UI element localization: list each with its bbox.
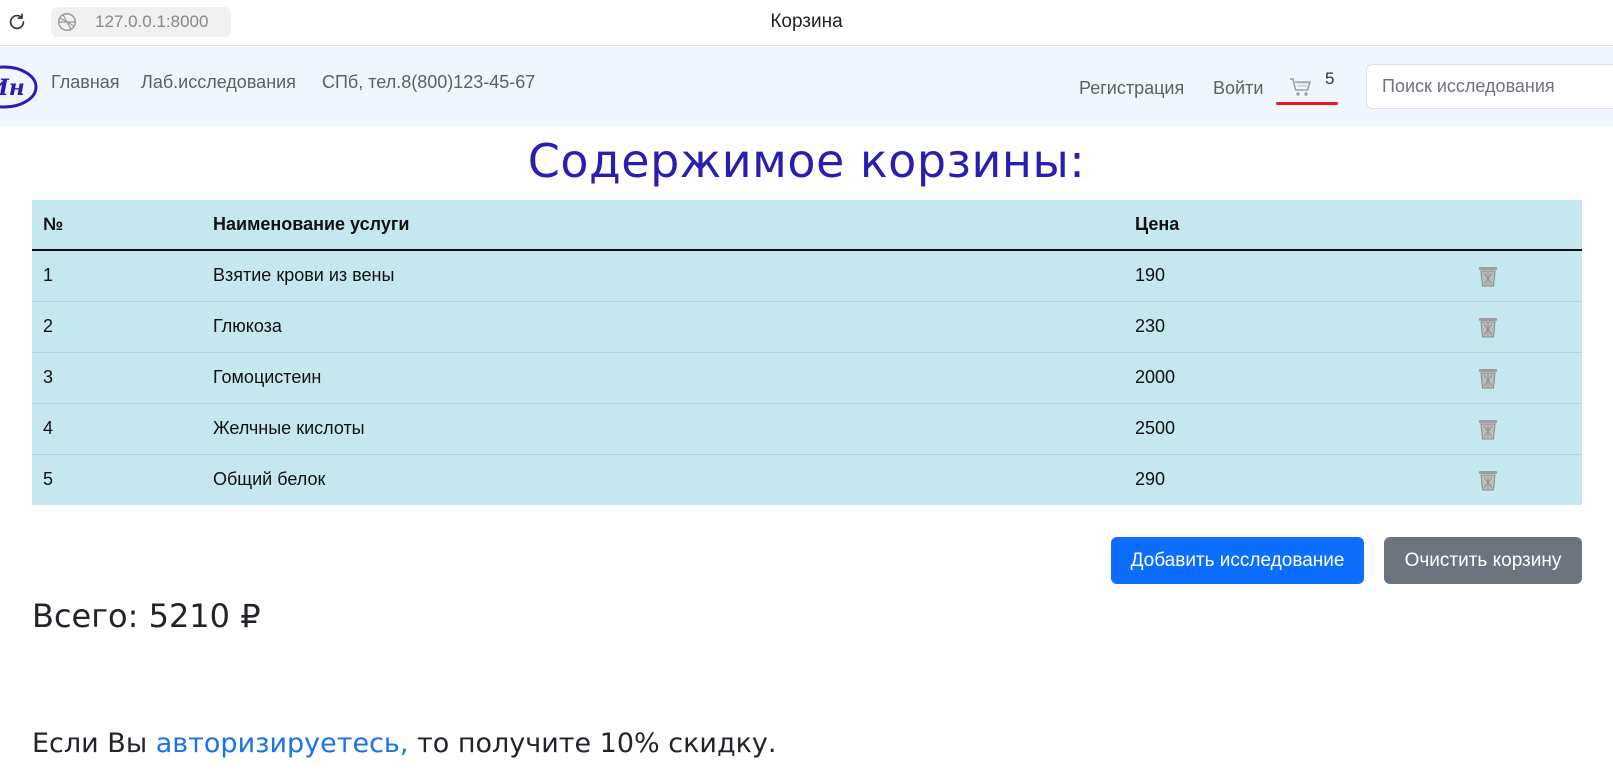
login-promo-link[interactable]: авторизируетесь, xyxy=(156,728,409,759)
promo-text-before: Если Вы xyxy=(32,728,156,759)
promo-text: Если Вы авторизируетесь, то получите 10%… xyxy=(32,728,777,759)
header-number: № xyxy=(32,200,202,251)
row-number: 4 xyxy=(32,402,202,454)
register-link[interactable]: Регистрация xyxy=(1079,78,1184,99)
row-actions xyxy=(1466,453,1582,505)
header-price: Цена xyxy=(1124,200,1466,251)
header-service-name: Наименование услуги xyxy=(202,200,1124,251)
table-row: 2 Глюкоза 230 xyxy=(32,300,1582,352)
promo-text-after: то получите 10% скидку. xyxy=(408,728,777,759)
nav-link-home[interactable]: Главная xyxy=(51,72,120,93)
trash-icon[interactable] xyxy=(1477,315,1499,339)
row-number: 3 xyxy=(32,351,202,403)
svg-text:Ин: Ин xyxy=(0,75,25,101)
row-price: 2500 xyxy=(1124,402,1466,454)
row-price: 2000 xyxy=(1124,351,1466,403)
cart-link[interactable]: 5 xyxy=(1276,68,1338,108)
row-actions xyxy=(1466,351,1582,403)
trash-icon[interactable] xyxy=(1477,264,1499,288)
row-service-name: Гомоцистеин xyxy=(202,351,1124,403)
cart-table: № Наименование услуги Цена 1 Взятие кров… xyxy=(32,200,1582,505)
search-input[interactable] xyxy=(1366,64,1613,109)
tab-title: Корзина xyxy=(770,11,843,32)
cart-count: 5 xyxy=(1325,69,1335,88)
row-service-name: Глюкоза xyxy=(202,300,1124,352)
table-header-row: № Наименование услуги Цена xyxy=(32,200,1582,251)
trash-icon[interactable] xyxy=(1477,417,1499,441)
header-actions xyxy=(1466,200,1582,251)
row-price: 190 xyxy=(1135,265,1166,286)
cart-total: Всего: 5210 ₽ xyxy=(32,597,261,635)
row-actions xyxy=(1466,250,1582,301)
row-service-name: Взятие крови из вены xyxy=(213,265,395,286)
add-research-button[interactable]: Добавить исследование xyxy=(1111,537,1364,584)
row-number: 1 xyxy=(43,265,54,286)
table-row: 4 Желчные кислоты 2500 xyxy=(32,402,1582,454)
trash-icon[interactable] xyxy=(1477,468,1499,492)
table-row: 1 Взятие крови из вены 190 xyxy=(32,250,1582,301)
row-service-name: Общий белок xyxy=(202,453,1124,505)
table-row: 5 Общий белок 290 xyxy=(32,453,1582,505)
trash-icon[interactable] xyxy=(1477,366,1499,390)
page-title: Содержимое корзины: xyxy=(527,134,1086,188)
row-actions xyxy=(1466,402,1582,454)
cart-icon xyxy=(1290,78,1311,96)
navbar: Ин Главная Лаб.исследования СПб, тел.8(8… xyxy=(0,47,1613,126)
row-actions xyxy=(1466,300,1582,352)
nav-link-phone[interactable]: СПб, тел.8(800)123-45-67 xyxy=(322,72,535,93)
row-number: 2 xyxy=(32,300,202,352)
browser-bar: 127.0.0.1:8000 Корзина xyxy=(0,0,1613,46)
login-link[interactable]: Войти xyxy=(1213,78,1263,99)
row-number: 5 xyxy=(32,453,202,505)
logo[interactable]: Ин xyxy=(0,64,38,110)
row-service-name: Желчные кислоты xyxy=(202,402,1124,454)
row-price: 230 xyxy=(1124,300,1466,352)
cart-underline xyxy=(1276,102,1338,105)
clear-cart-button[interactable]: Очистить корзину xyxy=(1384,537,1582,584)
nav-link-lab-research[interactable]: Лаб.исследования xyxy=(141,72,296,93)
row-price: 290 xyxy=(1124,453,1466,505)
table-row: 3 Гомоцистеин 2000 xyxy=(32,351,1582,403)
